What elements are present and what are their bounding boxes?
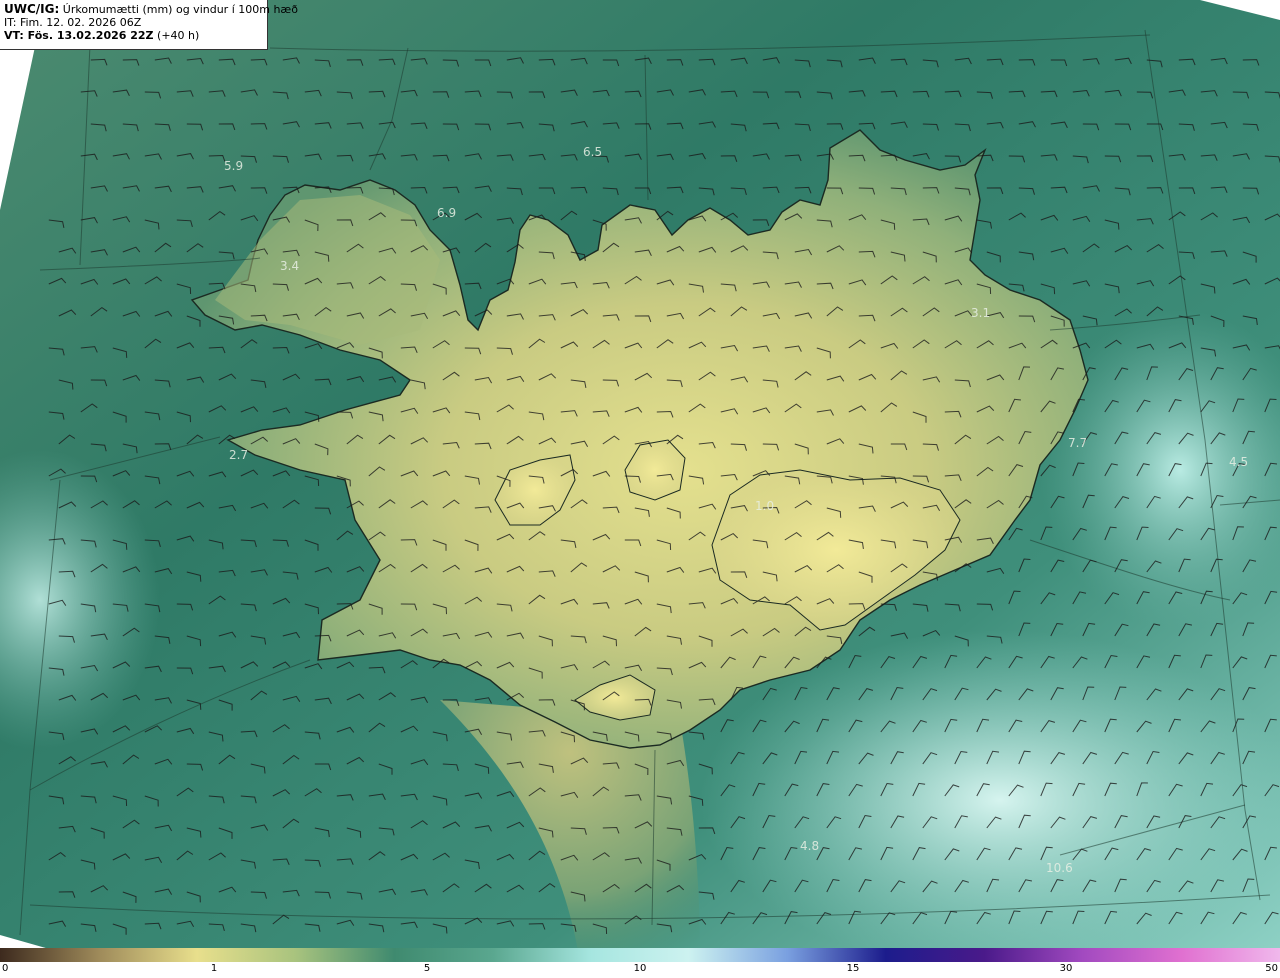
scale-tick: 50 xyxy=(1265,963,1278,974)
value-label: 4.8 xyxy=(800,839,819,853)
value-label: 5.9 xyxy=(224,159,243,173)
color-scale-gradient xyxy=(0,948,1280,962)
init-time: IT: Fim. 12. 02. 2026 06Z xyxy=(4,16,142,29)
valid-time: VT: Fös. 13.02.2026 22Z (+40 h) xyxy=(4,29,263,42)
parameter-name: Úrkomumætti (mm) og vindur í 100m hæð xyxy=(62,3,298,16)
value-label: 4.5 xyxy=(1229,455,1248,469)
value-label: 1.0 xyxy=(755,499,774,513)
forecast-lead: (+40 h) xyxy=(157,29,200,42)
color-scale-bar xyxy=(0,948,1280,962)
value-label: 2.7 xyxy=(229,448,248,462)
value-label: 6.9 xyxy=(437,206,456,220)
scale-tick: 30 xyxy=(1059,963,1073,974)
value-label: 10.6 xyxy=(1046,861,1073,875)
map-title: UWC/IG: Úrkomumætti (mm) og vindur í 100… xyxy=(4,2,298,17)
map-info-box: UWC/IG: Úrkomumætti (mm) og vindur í 100… xyxy=(0,0,298,50)
scale-tick: 1 xyxy=(210,963,218,974)
scale-tick: 5 xyxy=(423,963,431,974)
scale-tick: 10 xyxy=(633,963,647,974)
model-name: UWC/IG: xyxy=(4,2,60,16)
value-label: 7.7 xyxy=(1068,436,1087,450)
value-label: 3.4 xyxy=(280,259,299,273)
scale-tick: 15 xyxy=(846,963,860,974)
scale-tick: 0 xyxy=(2,963,9,974)
valid-time-value: VT: Fös. 13.02.2026 22Z xyxy=(4,29,154,42)
precipitation-map[interactable]: 5.9 6.5 6.9 3.4 3.1 2.7 7.7 4.5 1.0 4.8 … xyxy=(0,0,1280,962)
value-label: 3.1 xyxy=(971,306,990,320)
value-label: 6.5 xyxy=(583,145,602,159)
weather-map-view: 5.9 6.5 6.9 3.4 3.1 2.7 7.7 4.5 1.0 4.8 … xyxy=(0,0,1280,978)
color-scale-labels: 0 1 5 10 15 30 50 xyxy=(0,962,1280,978)
